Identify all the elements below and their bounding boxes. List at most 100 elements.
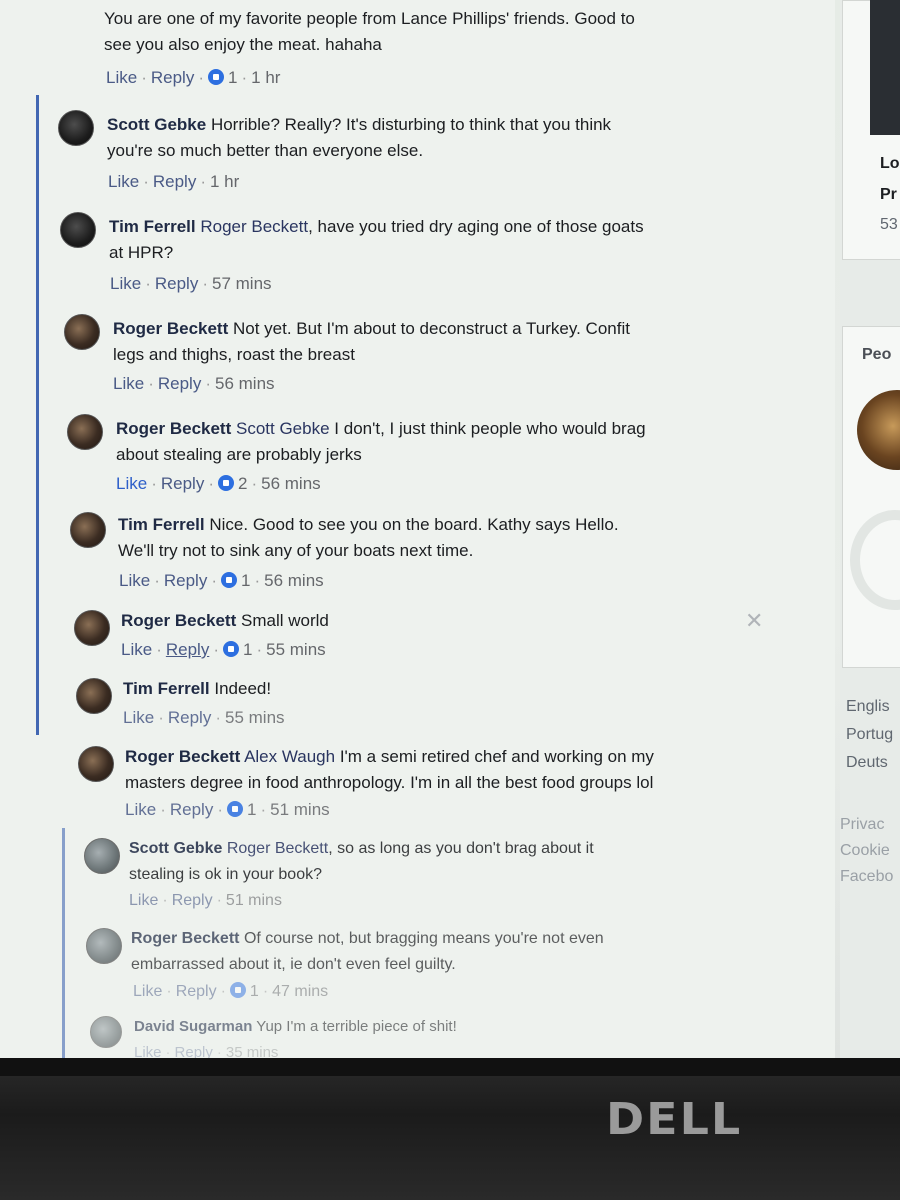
comment-text: at HPR? bbox=[109, 243, 174, 262]
avatar[interactable] bbox=[86, 928, 122, 964]
language-link[interactable]: Portug bbox=[846, 726, 893, 744]
comment-text: , have you tried dry aging one of those … bbox=[308, 217, 644, 236]
like-link[interactable]: Like bbox=[121, 640, 152, 659]
footer-link[interactable]: Privac bbox=[840, 816, 884, 834]
reply-link[interactable]: Reply bbox=[175, 1044, 213, 1058]
like-link[interactable]: Like bbox=[123, 708, 154, 727]
reaction-count[interactable]: 1 bbox=[250, 983, 259, 1000]
reply-link[interactable]: Reply bbox=[153, 172, 196, 191]
comment-actions: Like · Reply · 55 mins bbox=[123, 708, 285, 727]
avatar[interactable] bbox=[90, 1016, 122, 1048]
mention-link[interactable]: Scott Gebke bbox=[236, 419, 330, 438]
comment-text: I don't, I just think people who would b… bbox=[334, 419, 646, 438]
reply-link[interactable]: Reply bbox=[166, 640, 209, 659]
avatar[interactable] bbox=[58, 110, 94, 146]
like-link[interactable]: Like bbox=[110, 274, 141, 293]
timestamp[interactable]: 56 mins bbox=[261, 474, 321, 493]
avatar[interactable] bbox=[67, 414, 103, 450]
comment-author[interactable]: Scott Gebke bbox=[129, 840, 222, 857]
screen: You are one of my favorite people from L… bbox=[0, 0, 900, 1058]
like-link[interactable]: Like bbox=[113, 374, 144, 393]
people-heading: Peo bbox=[862, 346, 892, 363]
footer-link[interactable]: Facebo bbox=[840, 868, 893, 886]
comment-author[interactable]: Roger Beckett bbox=[125, 747, 240, 766]
reply-link[interactable]: Reply bbox=[172, 892, 213, 909]
like-link[interactable]: Like bbox=[106, 68, 137, 87]
reply-link[interactable]: Reply bbox=[161, 474, 204, 493]
reply-link[interactable]: Reply bbox=[155, 274, 198, 293]
timestamp[interactable]: 1 hr bbox=[210, 172, 239, 191]
avatar[interactable] bbox=[78, 746, 114, 782]
like-link[interactable]: Like bbox=[125, 800, 156, 819]
reaction-icon[interactable] bbox=[229, 982, 246, 998]
reply-link[interactable]: Reply bbox=[170, 800, 213, 819]
comment-author[interactable]: Tim Ferrell bbox=[123, 679, 210, 698]
like-link[interactable]: Like bbox=[116, 474, 147, 493]
reply-link[interactable]: Reply bbox=[151, 68, 194, 87]
comment-author[interactable]: Roger Beckett bbox=[116, 419, 231, 438]
like-link[interactable]: Like bbox=[119, 571, 150, 590]
comment-author[interactable]: Scott Gebke bbox=[107, 115, 206, 134]
avatar[interactable] bbox=[84, 838, 120, 874]
timestamp[interactable]: 55 mins bbox=[225, 708, 285, 727]
like-link[interactable]: Like bbox=[133, 983, 162, 1000]
reaction-icon[interactable] bbox=[221, 572, 237, 588]
reaction-icon[interactable] bbox=[223, 641, 239, 657]
comment-author[interactable]: David Sugarman bbox=[134, 1018, 252, 1035]
thread-line bbox=[62, 828, 65, 1058]
timestamp[interactable]: 1 hr bbox=[251, 68, 280, 87]
comment-body: Roger Beckett Small world bbox=[121, 608, 329, 634]
avatar[interactable] bbox=[60, 212, 96, 248]
comment-text: , so as long as you don't brag about it bbox=[328, 840, 594, 857]
reaction-icon[interactable] bbox=[208, 69, 224, 85]
comment-author[interactable]: Roger Beckett bbox=[113, 319, 228, 338]
reply-link[interactable]: Reply bbox=[176, 983, 217, 1000]
avatar[interactable] bbox=[74, 610, 110, 646]
reply-link[interactable]: Reply bbox=[168, 708, 211, 727]
comment-author[interactable]: Tim Ferrell bbox=[118, 515, 205, 534]
comment-text: I'm a semi retired chef and working on m… bbox=[339, 747, 654, 766]
footer-link[interactable]: Cookie bbox=[840, 842, 890, 860]
timestamp[interactable]: 35 mins bbox=[226, 1044, 279, 1058]
timestamp[interactable]: 57 mins bbox=[212, 274, 272, 293]
card-meta: 53 bbox=[880, 216, 898, 233]
comment-actions: Like · Reply · 51 mins bbox=[129, 892, 282, 909]
avatar[interactable] bbox=[70, 512, 106, 548]
reply-link[interactable]: Reply bbox=[158, 374, 201, 393]
like-link[interactable]: Like bbox=[134, 1044, 162, 1058]
mention-link[interactable]: Roger Beckett bbox=[227, 840, 328, 857]
avatar[interactable] bbox=[76, 678, 112, 714]
mention-link[interactable]: Roger Beckett bbox=[200, 217, 308, 236]
thread-line bbox=[36, 95, 39, 735]
reaction-icon[interactable] bbox=[227, 801, 243, 817]
timestamp[interactable]: 51 mins bbox=[270, 800, 330, 819]
timestamp[interactable]: 56 mins bbox=[264, 571, 324, 590]
comment-author[interactable]: Tim Ferrell bbox=[109, 217, 196, 236]
like-link[interactable]: Like bbox=[108, 172, 139, 191]
reply-link[interactable]: Reply bbox=[164, 571, 207, 590]
dell-logo: DELL bbox=[606, 1093, 743, 1145]
timestamp[interactable]: 51 mins bbox=[226, 892, 282, 909]
mention-link[interactable]: Alex Waugh bbox=[244, 747, 335, 766]
comment-body: Tim Ferrell Roger Beckett, have you trie… bbox=[109, 214, 644, 266]
comment-author[interactable]: Roger Beckett bbox=[121, 611, 236, 630]
timestamp[interactable]: 56 mins bbox=[215, 374, 275, 393]
language-link[interactable]: Deuts bbox=[846, 754, 888, 772]
comment-text: Of course not, but bragging means you're… bbox=[243, 930, 604, 947]
card-title[interactable]: Lo bbox=[880, 155, 900, 173]
comment-actions: Like · Reply · 1 · 55 mins bbox=[121, 640, 326, 659]
language-link[interactable]: Englis bbox=[846, 698, 890, 716]
comment-text: masters degree in food anthropology. I'm… bbox=[125, 773, 654, 792]
close-icon[interactable]: ✕ bbox=[745, 608, 763, 634]
comment-text: You are one of my favorite people from L… bbox=[104, 9, 635, 28]
avatar[interactable] bbox=[64, 314, 100, 350]
like-link[interactable]: Like bbox=[129, 892, 158, 909]
comment-author[interactable]: Roger Beckett bbox=[131, 930, 239, 947]
comment-body: Tim Ferrell Nice. Good to see you on the… bbox=[118, 512, 619, 564]
sponsored-image[interactable] bbox=[870, 0, 900, 135]
people-card bbox=[842, 326, 900, 668]
comment-actions: Like · Reply · 1 · 1 hr bbox=[106, 68, 281, 87]
timestamp[interactable]: 47 mins bbox=[272, 983, 328, 1000]
timestamp[interactable]: 55 mins bbox=[266, 640, 326, 659]
reaction-icon[interactable] bbox=[218, 475, 234, 491]
